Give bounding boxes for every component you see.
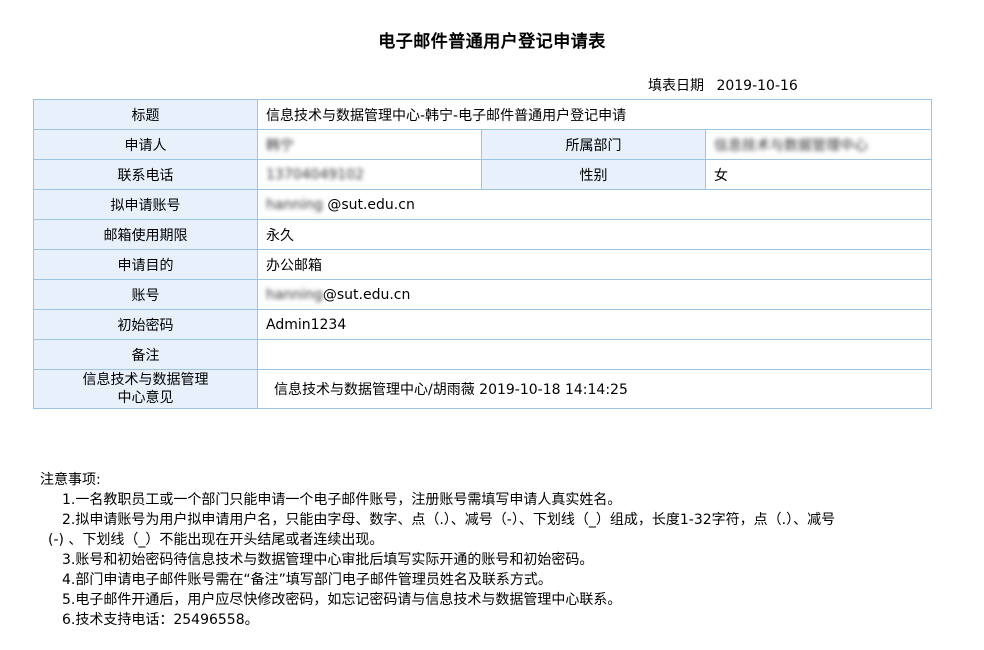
center-opinion-label-line1: 信息技术与数据管理	[82, 372, 209, 388]
initial-password-label: 初始密码	[33, 309, 258, 340]
purpose-label: 申请目的	[33, 249, 258, 280]
applicant-name: 韩宁	[266, 137, 294, 154]
row-proposed-account: 拟申请账号 hanning @sut.edu.cn	[33, 189, 932, 220]
phone-value: 13704049102	[257, 159, 482, 190]
proposed-account-value: hanning @sut.edu.cn	[257, 189, 932, 220]
proposed-account-label: 拟申请账号	[33, 189, 258, 220]
row-period: 邮箱使用期限 永久	[33, 219, 932, 250]
notes-item-3: 3.账号和初始密码待信息技术与数据管理中心审批后填写实际开通的账号和初始密码。	[62, 552, 594, 568]
remarks-value	[257, 339, 932, 370]
center-opinion-label: 信息技术与数据管理 中心意见	[33, 369, 258, 409]
notes-item-6: 6.技术支持电话：25496558。	[62, 612, 259, 628]
account-username: hanning	[266, 286, 323, 303]
applicant-label: 申请人	[33, 129, 258, 160]
center-opinion-text: 信息技术与数据管理中心/胡雨薇 2019-10-18 14:14:25	[274, 382, 628, 398]
row-phone: 联系电话 13704049102 性别 女	[33, 159, 932, 190]
subject-label: 标题	[33, 99, 258, 130]
gender-value: 女	[705, 159, 932, 190]
notes-item-2-continuation: (-) 、下划线（_）不能出现在开头结尾或者连续出现。	[48, 532, 384, 548]
center-opinion-value: 信息技术与数据管理中心/胡雨薇 2019-10-18 14:14:25	[257, 369, 932, 409]
notes-item-4: 4.部门申请电子邮件账号需在“备注”填写部门电子邮件管理员姓名及联系方式。	[62, 572, 552, 588]
department-value: 信息技术与数据管理中心	[705, 129, 932, 160]
page-title: 电子邮件普通用户登记申请表	[378, 32, 606, 52]
proposed-account-domain: @sut.edu.cn	[327, 196, 415, 213]
account-label: 账号	[33, 279, 258, 310]
phone-label: 联系电话	[33, 159, 258, 190]
initial-password-value: Admin1234	[257, 309, 932, 340]
fill-date-value: 2019-10-16	[716, 78, 798, 94]
notes-item-1: 1.一名教职员工或一个部门只能申请一个电子邮件账号，注册账号需填写申请人真实姓名…	[62, 492, 622, 508]
fill-date-label: 填表日期	[648, 78, 704, 94]
notes-item-5: 5.电子邮件开通后，用户应尽快修改密码，如忘记密码请与信息技术与数据管理中心联系…	[62, 592, 622, 608]
purpose-value: 办公邮箱	[257, 249, 932, 280]
row-subject: 标题 信息技术与数据管理中心-韩宁-电子邮件普通用户登记申请	[33, 99, 932, 130]
account-value: hanning@sut.edu.cn	[257, 279, 932, 310]
notes-item-2: 2.拟申请账号为用户拟申请用户名，只能由字母、数字、点（.）、减号（-）、下划线…	[62, 512, 836, 528]
period-value: 永久	[257, 219, 932, 250]
gender-label: 性别	[481, 159, 706, 190]
application-form-table: 标题 信息技术与数据管理中心-韩宁-电子邮件普通用户登记申请 申请人 韩宁 所属…	[33, 99, 932, 409]
notes-heading: 注意事项:	[40, 472, 101, 488]
notes-section: 注意事项: 1.一名教职员工或一个部门只能申请一个电子邮件账号，注册账号需填写申…	[40, 470, 940, 630]
department-label: 所属部门	[481, 129, 706, 160]
applicant-value: 韩宁	[257, 129, 482, 160]
phone-number: 13704049102	[266, 166, 364, 183]
row-remarks: 备注	[33, 339, 932, 370]
period-label: 邮箱使用期限	[33, 219, 258, 250]
center-opinion-label-line2: 中心意见	[117, 390, 174, 406]
fill-date: 填表日期 2019-10-16	[648, 75, 798, 95]
row-account: 账号 hanning@sut.edu.cn	[33, 279, 932, 310]
account-domain: @sut.edu.cn	[322, 286, 411, 303]
department-name: 信息技术与数据管理中心	[714, 137, 868, 154]
subject-value: 信息技术与数据管理中心-韩宁-电子邮件普通用户登记申请	[257, 99, 932, 130]
row-center-opinion: 信息技术与数据管理 中心意见 信息技术与数据管理中心/胡雨薇 2019-10-1…	[33, 369, 932, 409]
proposed-account-username: hanning	[266, 196, 323, 213]
row-initial-password: 初始密码 Admin1234	[33, 309, 932, 340]
remarks-label: 备注	[33, 339, 258, 370]
row-applicant: 申请人 韩宁 所属部门 信息技术与数据管理中心	[33, 129, 932, 160]
row-purpose: 申请目的 办公邮箱	[33, 249, 932, 280]
